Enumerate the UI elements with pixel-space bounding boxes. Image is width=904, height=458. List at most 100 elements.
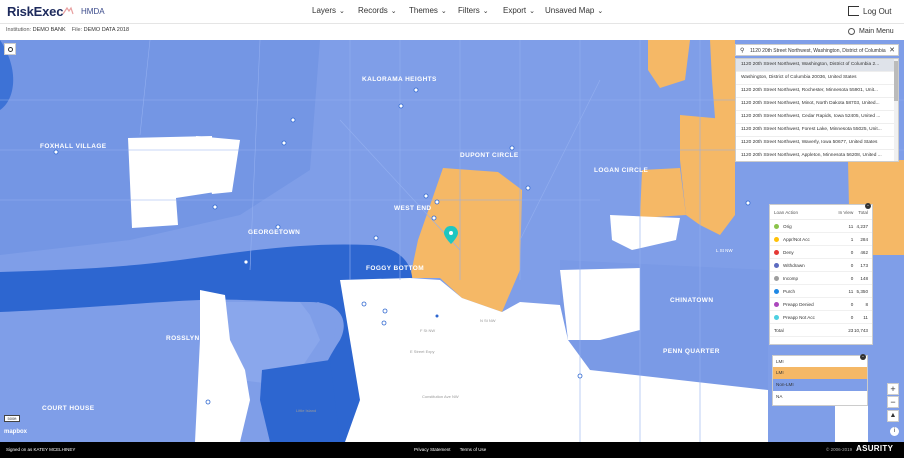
- loan-point[interactable]: [281, 140, 287, 146]
- legend-color-dot: [774, 301, 779, 307]
- map-label: WEST END: [394, 205, 432, 212]
- collapse-icon[interactable]: −: [860, 354, 866, 360]
- loan-point[interactable]: [361, 301, 367, 307]
- nav-export[interactable]: Export ⌄: [503, 6, 545, 15]
- nav-records[interactable]: Records ⌄: [358, 6, 409, 15]
- loan-point[interactable]: [745, 200, 751, 206]
- search-result-item[interactable]: 1120 20th Street Northwest, Rochester, M…: [736, 85, 898, 98]
- loan-point[interactable]: [435, 314, 439, 318]
- logout-button[interactable]: Log Out: [848, 6, 891, 16]
- loan-point[interactable]: [423, 193, 429, 199]
- footer: Signed on as KATEY MCELHINEY Privacy Sta…: [0, 442, 904, 458]
- legend-row-inview: 0: [850, 314, 854, 320]
- info-icon[interactable]: i: [890, 427, 899, 436]
- compass-button[interactable]: ▲: [887, 410, 899, 422]
- legend-row[interactable]: Purch 11 5,350: [770, 285, 872, 298]
- loan-point[interactable]: [509, 145, 515, 151]
- legend-row-inview: 11: [848, 223, 854, 229]
- loan-point[interactable]: [205, 399, 211, 405]
- loan-point[interactable]: [275, 224, 281, 230]
- loan-point[interactable]: [431, 215, 437, 221]
- lmi-row[interactable]: Non-LMI: [773, 379, 867, 391]
- loan-action-legend: − Loan Action In View Total Orig 11 4,237 A…: [769, 203, 873, 345]
- map-street-label: L St NW: [716, 248, 733, 253]
- loan-point[interactable]: [212, 204, 218, 210]
- legend-row-inview: 1: [850, 236, 854, 242]
- legend-row-inview: 0: [850, 262, 854, 268]
- terms-link[interactable]: Terms of Use: [460, 447, 487, 452]
- legend-row[interactable]: Orig 11 4,237: [770, 220, 872, 233]
- privacy-link[interactable]: Privacy Statement: [414, 447, 451, 452]
- loan-point[interactable]: [290, 117, 296, 123]
- nav-unsaved-map[interactable]: Unsaved Map ⌄: [545, 6, 603, 15]
- mapbox-logo[interactable]: mapbox: [4, 429, 27, 435]
- main-menu-label: Main Menu: [859, 28, 894, 35]
- copyright-text: © 2006-2019: [826, 447, 853, 452]
- legend-row-total: 462: [860, 249, 868, 255]
- lmi-row[interactable]: NA: [773, 391, 867, 403]
- legend-row-label-cell: Withdrawn: [774, 262, 835, 268]
- search-result-item[interactable]: 1120 20th Street Northwest, Waverly, Iow…: [736, 137, 898, 150]
- legend-row[interactable]: Withdrawn 0 173: [770, 259, 872, 272]
- logout-icon: [848, 6, 859, 16]
- legend-color-dot: [774, 262, 779, 268]
- water-area: [260, 360, 340, 442]
- search-results-list: 1120 20th Street Northwest, Washington, …: [735, 58, 899, 162]
- legend-row-label-cell: Incomp: [774, 275, 835, 281]
- loan-point[interactable]: [525, 185, 531, 191]
- zoom-out-button[interactable]: −: [887, 396, 899, 408]
- locate-button[interactable]: [4, 43, 16, 55]
- lmi-row[interactable]: LMI: [773, 367, 867, 379]
- lmi-legend: − LMI LMI Non-LMI NA: [772, 354, 868, 406]
- legend-header-action: Loan Action: [774, 210, 799, 215]
- search-result-item[interactable]: 1120 20th Street Northwest, Appleton, Mi…: [736, 150, 898, 161]
- results-scrollbar[interactable]: [894, 59, 898, 161]
- legend-row[interactable]: Deny 0 462: [770, 246, 872, 259]
- map-street-label: N St NW: [480, 318, 496, 323]
- search-result-item[interactable]: 1120 20th Street Northwest, Forest Lake,…: [736, 124, 898, 137]
- scrollbar-thumb[interactable]: [894, 61, 898, 101]
- file-label: File:: [71, 27, 83, 33]
- institution-value: DEMO BANK: [32, 27, 66, 33]
- loan-point[interactable]: [381, 320, 387, 326]
- legend-row[interactable]: Incomp 0 148: [770, 272, 872, 285]
- chevron-down-icon: ⌄: [482, 7, 489, 15]
- main-nav: Layers ⌄ Records ⌄ Themes ⌄ Filters ⌄ Export…: [312, 6, 603, 15]
- loan-point[interactable]: [398, 103, 404, 109]
- legend-color-dot: [774, 275, 779, 281]
- nav-themes[interactable]: Themes ⌄: [409, 6, 458, 15]
- close-icon[interactable]: ✕: [889, 46, 895, 54]
- menu-icon: [848, 28, 855, 35]
- loan-point[interactable]: [577, 373, 583, 379]
- legend-row-label-cell: Purch: [774, 288, 835, 294]
- sub-header: Institution: DEMO BANK File: DEMO DATA 2…: [0, 24, 904, 40]
- loan-point[interactable]: [413, 87, 419, 93]
- nav-layers[interactable]: Layers ⌄: [312, 6, 358, 15]
- legend-total-inview: 23: [848, 327, 854, 333]
- collapse-icon[interactable]: −: [865, 203, 871, 209]
- search-result-item[interactable]: 1120 20th Street Northwest, Washington, …: [736, 59, 898, 72]
- map-label: ROSSLYN: [166, 335, 200, 342]
- search-result-item[interactable]: Washington, District of Columbia 20036, …: [736, 72, 898, 85]
- legend-color-dot: [774, 288, 779, 294]
- legend-row[interactable]: Appr/Not Acc 1 284: [770, 233, 872, 246]
- legend-row[interactable]: Preapp Not Acc 0 11: [770, 311, 872, 324]
- legend-row-inview: 0: [850, 249, 854, 255]
- nav-filters[interactable]: Filters ⌄: [458, 6, 503, 15]
- loan-point[interactable]: [373, 235, 379, 241]
- loan-point[interactable]: [53, 149, 59, 155]
- search-result-item[interactable]: 1120 20th Street Northwest, Cedar Rapids…: [736, 111, 898, 124]
- loan-point[interactable]: [243, 259, 249, 265]
- search-result-item[interactable]: 1120 20th Street Northwest, Minot, North…: [736, 98, 898, 111]
- legend-color-dot: [774, 249, 779, 255]
- legend-row[interactable]: Preapp Denied 0 8: [770, 298, 872, 311]
- institution-info: Institution: DEMO BANK File: DEMO DATA 2…: [6, 27, 129, 33]
- loan-point[interactable]: [382, 308, 388, 314]
- main-menu-button[interactable]: Main Menu: [848, 28, 894, 35]
- legend-row-total: 284: [860, 236, 868, 242]
- loan-point[interactable]: [434, 199, 440, 205]
- map-label: PENN QUARTER: [663, 348, 720, 355]
- address-search-input[interactable]: [750, 46, 888, 55]
- zoom-in-button[interactable]: +: [887, 383, 899, 395]
- legend-row-label: Preapp Denied: [783, 301, 814, 307]
